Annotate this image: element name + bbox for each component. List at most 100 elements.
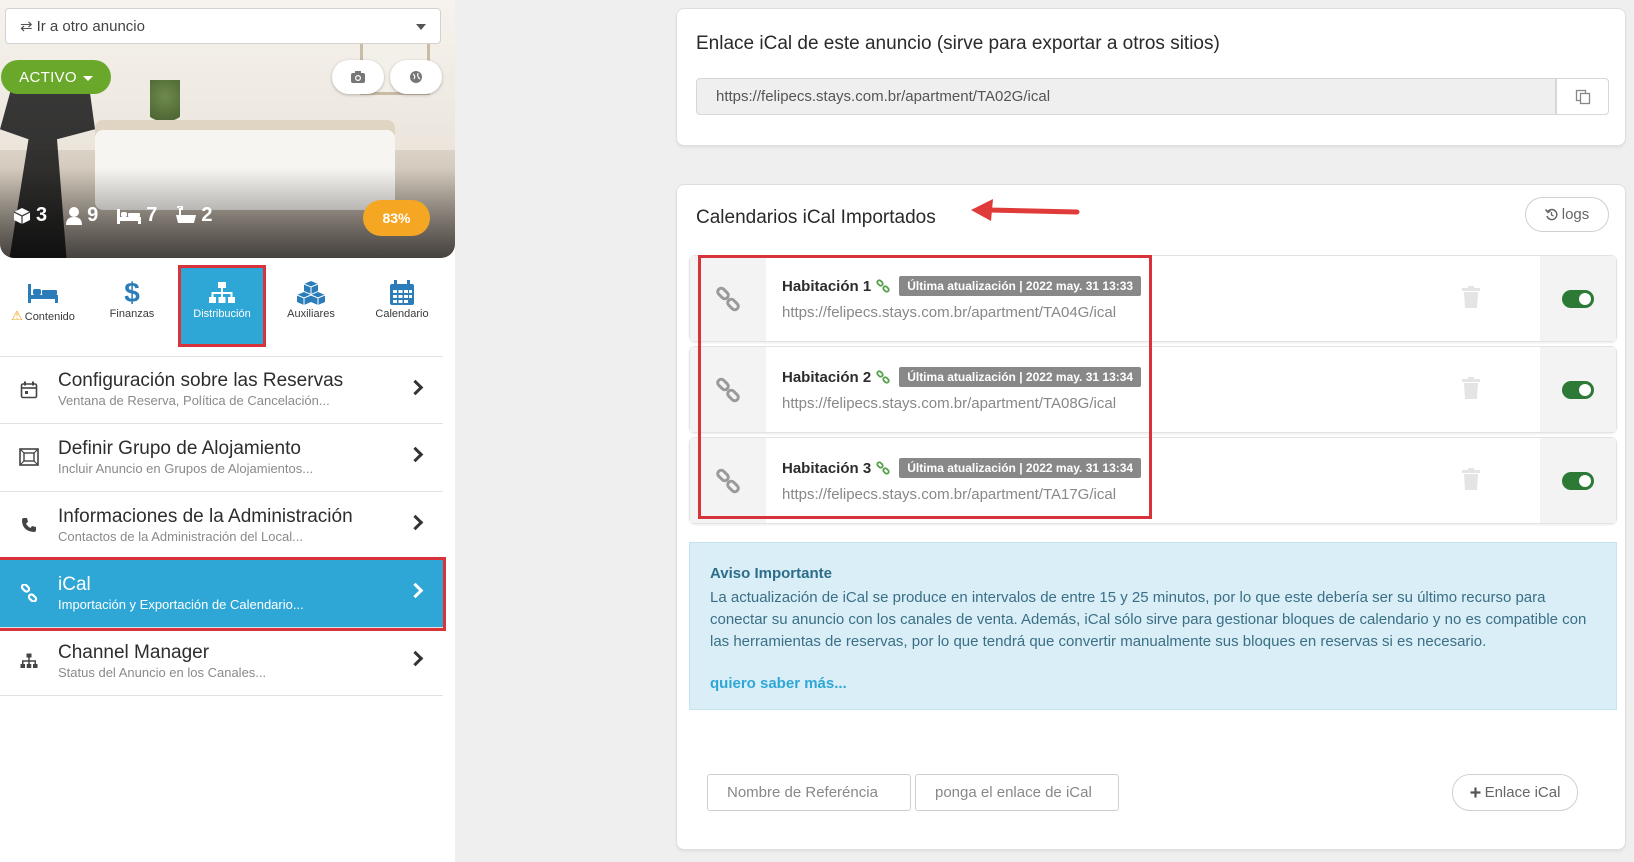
bath-icon [176, 205, 197, 223]
photo-plant [150, 80, 180, 135]
photo-button[interactable] [332, 60, 384, 94]
calendar-name-text: Habitación 3 [782, 459, 872, 477]
menu-item-reservas[interactable]: Configuración sobre las Reservas Ventana… [0, 356, 443, 424]
tab-distribucion[interactable]: Distribución [178, 265, 266, 347]
calendar-enabled-toggle[interactable] [1562, 380, 1594, 399]
tab-label: Finanzas [109, 308, 155, 320]
link-icon [876, 370, 890, 384]
calendar-icon [20, 381, 38, 399]
ical-import-card: Calendarios iCal Importados logs Habitac… [676, 184, 1626, 850]
menu-item-title: Channel Manager [58, 641, 210, 663]
copy-button[interactable] [1556, 78, 1609, 115]
tab-label: Auxiliares [287, 308, 335, 320]
chevron-down-icon [416, 24, 426, 30]
tab-calendario[interactable]: Calendario [361, 268, 443, 344]
calendar-row: Habitación 3 Última atualización | 2022 … [689, 437, 1617, 524]
import-title: Calendarios iCal Importados [696, 207, 936, 228]
distribution-menu: Configuración sobre las Reservas Ventana… [0, 356, 446, 696]
tab-label: Calendario [375, 308, 429, 320]
calendar-name: Habitación 3 Última atualización | 2022 … [782, 458, 1142, 478]
plus-icon [1470, 787, 1481, 798]
last-update-badge: Última atualización | 2022 may. 31 13:34 [899, 458, 1142, 478]
link-icon [876, 279, 890, 293]
tab-auxiliares[interactable]: Auxiliares [270, 268, 352, 344]
menu-item-grupo[interactable]: Definir Grupo de Alojamiento Incluir Anu… [0, 424, 443, 492]
export-title: Enlace iCal de este anuncio (sirve para … [696, 33, 1220, 54]
menu-item-title: Informaciones de la Administración [58, 505, 353, 527]
delete-calendar-button[interactable] [1462, 377, 1480, 399]
guests-value: 9 [87, 204, 99, 226]
logs-label: logs [1561, 206, 1590, 223]
reference-name-input[interactable]: Nombre de Referéncia [707, 774, 911, 811]
status-label: ACTIVO [19, 68, 77, 86]
notice-text: La actualización de iCal se produce en i… [710, 589, 1587, 650]
goto-listing-select[interactable]: ⇄ Ir a otro anuncio [5, 8, 441, 44]
chevron-right-icon [407, 514, 424, 531]
menu-item-title: Definir Grupo de Alojamiento [58, 437, 301, 459]
ical-link-input[interactable]: ponga el enlace de iCal [915, 774, 1119, 811]
tab-label: Distribución [193, 308, 251, 320]
swap-icon: ⇄ [20, 18, 33, 35]
baths-stat: 2 [175, 204, 213, 227]
website-button[interactable] [390, 60, 442, 94]
calendar-name: Habitación 1 Última atualización | 2022 … [782, 276, 1142, 296]
sitemap-icon [209, 282, 235, 303]
completion-badge[interactable]: 83% [363, 200, 430, 236]
guests-stat: 9 [65, 204, 98, 227]
tab-finanzas[interactable]: $ Finanzas [91, 268, 173, 344]
calendar-toggle-cell [1540, 438, 1616, 523]
menu-item-administracion[interactable]: Informaciones de la Administración Conta… [0, 492, 443, 560]
calendar-row: Habitación 1 Última atualización | 2022 … [689, 255, 1617, 342]
baths-value: 2 [201, 204, 213, 226]
link-icon [716, 468, 740, 493]
chevron-right-icon [407, 446, 424, 463]
bed-icon [28, 284, 58, 303]
menu-item-ical[interactable]: iCal Importación y Exportación de Calend… [0, 557, 446, 631]
calendar-link-cell [690, 438, 766, 523]
last-update-badge: Última atualización | 2022 may. 31 13:33 [899, 276, 1142, 296]
calendar-url: https://felipecs.stays.com.br/apartment/… [782, 486, 1117, 503]
beds-value: 7 [146, 204, 158, 226]
calendar-enabled-toggle[interactable] [1562, 471, 1594, 490]
rooms-stat: 3 [12, 204, 47, 227]
beds-stat: 7 [116, 204, 157, 227]
cube-icon [13, 207, 31, 224]
menu-item-subtitle: Importación y Exportación de Calendario.… [58, 596, 304, 612]
link-icon [716, 377, 740, 402]
chevron-right-icon [407, 582, 424, 599]
listing-sidebar: ⇄ Ir a otro anuncio ACTIVO 3 9 7 2 83% ⚠… [0, 0, 455, 862]
globe-icon [410, 71, 422, 83]
menu-item-title: iCal [58, 573, 91, 595]
calendar-enabled-toggle[interactable] [1562, 289, 1594, 308]
status-dropdown[interactable]: ACTIVO [1, 60, 111, 94]
add-ical-button[interactable]: Enlace iCal [1452, 774, 1578, 811]
last-update-badge: Última atualización | 2022 may. 31 13:34 [899, 367, 1142, 387]
learn-more-link[interactable]: quiero saber más... [710, 675, 847, 692]
calendar-toggle-cell [1540, 347, 1616, 432]
delete-calendar-button[interactable] [1462, 286, 1480, 308]
camera-icon [351, 71, 365, 83]
calendar-url: https://felipecs.stays.com.br/apartment/… [782, 395, 1117, 412]
dollar-icon: $ [124, 277, 140, 308]
bed-icon [117, 208, 142, 224]
listing-photo: ⇄ Ir a otro anuncio ACTIVO 3 9 7 2 83% [0, 0, 455, 258]
tab-label: Contenido [24, 311, 75, 323]
delete-calendar-button[interactable] [1462, 468, 1480, 490]
calendar-row: Habitación 2 Última atualización | 2022 … [689, 346, 1617, 433]
calendar-name-text: Habitación 2 [782, 368, 872, 386]
sitemap-icon [20, 653, 38, 668]
history-icon [1544, 208, 1558, 221]
listing-stats: 3 9 7 2 [12, 204, 213, 227]
calendar-icon [390, 280, 414, 305]
calendar-link-cell [690, 256, 766, 341]
section-tabs: ⚠ Contenido $ Finanzas Distribución Auxil… [0, 265, 455, 348]
phone-icon [22, 518, 36, 532]
menu-item-channel-manager[interactable]: Channel Manager Status del Anuncio en lo… [0, 628, 443, 696]
tab-contenido[interactable]: ⚠ Contenido [2, 268, 84, 344]
logs-button[interactable]: logs [1525, 197, 1609, 232]
copy-icon [1575, 89, 1590, 104]
link-icon [20, 584, 38, 602]
export-url-field[interactable]: https://felipecs.stays.com.br/apartment/… [696, 78, 1556, 115]
arrow-left-icon [971, 199, 1080, 221]
link-icon [876, 461, 890, 475]
